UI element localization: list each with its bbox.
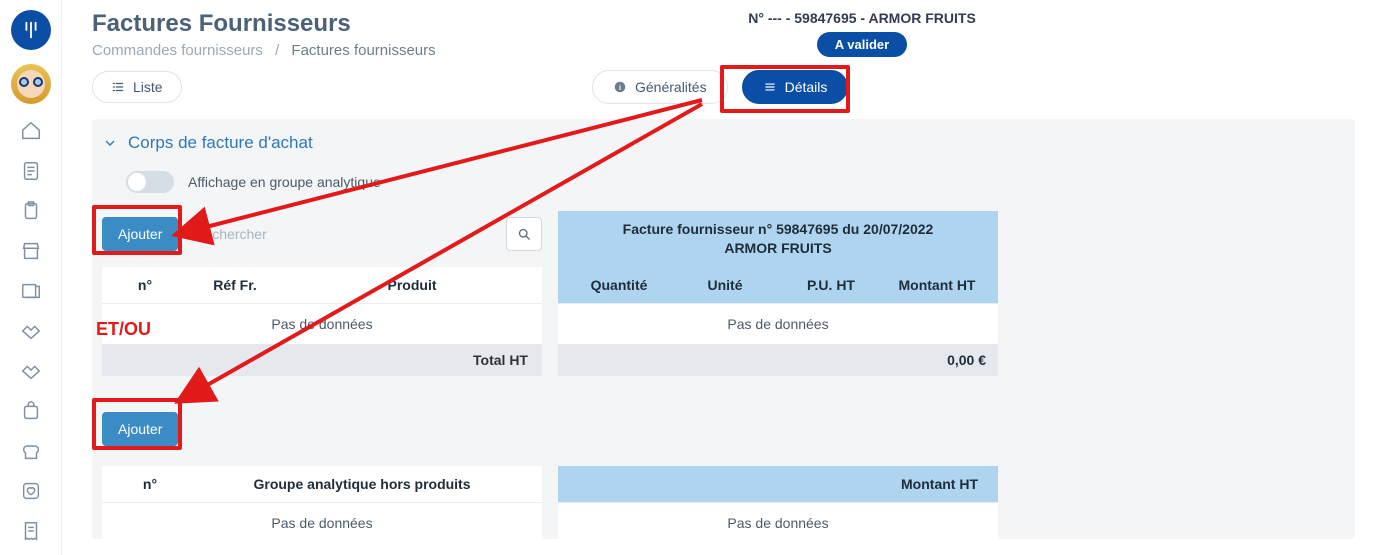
lines-icon [763,80,777,94]
breadcrumb-parent[interactable]: Commandes fournisseurs [92,42,263,59]
section-toggle[interactable]: Corps de facture d'achat [102,133,1345,153]
col-groupe: Groupe analytique hors produits [190,476,534,492]
svg-text:i: i [619,83,621,92]
toggle-label: Affichage en groupe analytique [188,174,381,190]
table1-right-header: Quantité Unité P.U. HT Montant HT [558,267,998,304]
table1-left-empty: Pas de données [102,304,542,344]
table2-left-empty: Pas de données [102,503,542,539]
breadcrumb-separator: / [275,42,279,59]
sidebar [0,0,62,555]
table1-right-empty: Pas de données [558,304,998,344]
section-title: Corps de facture d'achat [128,133,313,153]
liste-button[interactable]: Liste [92,71,182,103]
user-avatar[interactable] [11,64,51,104]
table2-right-empty: Pas de données [558,503,998,539]
table1-right-title: Facture fournisseur n° 59847695 du 20/07… [558,211,998,267]
col-num2: n° [110,476,190,492]
receipt-icon[interactable] [18,518,44,544]
ajouter-button-1[interactable]: Ajouter [102,217,178,251]
table2-left-header: n° Groupe analytique hors produits [102,466,542,503]
search-icon [517,227,532,242]
analytic-toggle[interactable] [126,171,174,193]
table2-right-header: Montant HT [558,466,998,503]
list-icon [111,80,125,94]
col-montant2: Montant HT [566,476,990,492]
col-pu: P.U. HT [778,277,884,293]
status-badge: A valider [817,32,907,57]
doc-reference: N° --- - 59847695 - ARMOR FRUITS [682,10,1042,26]
ajouter-button-2[interactable]: Ajouter [102,412,178,446]
search-input[interactable] [188,218,496,250]
table1-right-total: 0,00 € [558,344,998,376]
handshake-icon[interactable] [18,318,44,344]
clipboard-icon[interactable] [18,198,44,224]
chef-icon[interactable] [18,438,44,464]
bag-icon[interactable] [18,398,44,424]
tab-generalites-label: Généralités [635,79,707,95]
info-icon: i [613,80,627,94]
news-icon[interactable] [18,278,44,304]
liste-label: Liste [133,79,163,95]
doc-header: N° --- - 59847695 - ARMOR FRUITS A valid… [682,10,1042,57]
tab-details-label: Détails [785,79,828,95]
handshake2-icon[interactable] [18,358,44,384]
toolbar: Liste i Généralités Détails [92,71,1355,103]
tab-details[interactable]: Détails [742,70,849,104]
content-panel: Corps de facture d'achat Affichage en gr… [92,119,1355,539]
app-logo[interactable] [11,10,51,50]
col-qte: Quantité [566,277,672,293]
col-unite: Unité [672,277,778,293]
col-num: n° [110,277,180,293]
store-icon[interactable] [18,238,44,264]
col-montant: Montant HT [884,277,990,293]
heart-box-icon[interactable] [18,478,44,504]
col-produit: Produit [290,277,534,293]
search-button[interactable] [506,217,542,251]
tab-generalites[interactable]: i Généralités [592,70,728,104]
total-value: 0,00 € [947,352,986,368]
total-label: Total HT [473,352,528,368]
annotation-etou: ET/OU [96,319,151,340]
toggle-row: Affichage en groupe analytique [126,171,1345,193]
breadcrumb-current: Factures fournisseurs [291,42,435,59]
home-icon[interactable] [18,118,44,144]
table1-left-total: Total HT [102,344,542,376]
table1-left-header: n° Réf Fr. Produit [102,267,542,304]
right-header-line1: Facture fournisseur n° 59847695 du 20/07… [564,220,992,239]
right-header-line2: ARMOR FRUITS [564,239,992,258]
chevron-down-icon [102,135,118,151]
document-icon[interactable] [18,158,44,184]
col-ref: Réf Fr. [180,277,290,293]
main-area: Factures Fournisseurs Commandes fourniss… [62,0,1385,555]
